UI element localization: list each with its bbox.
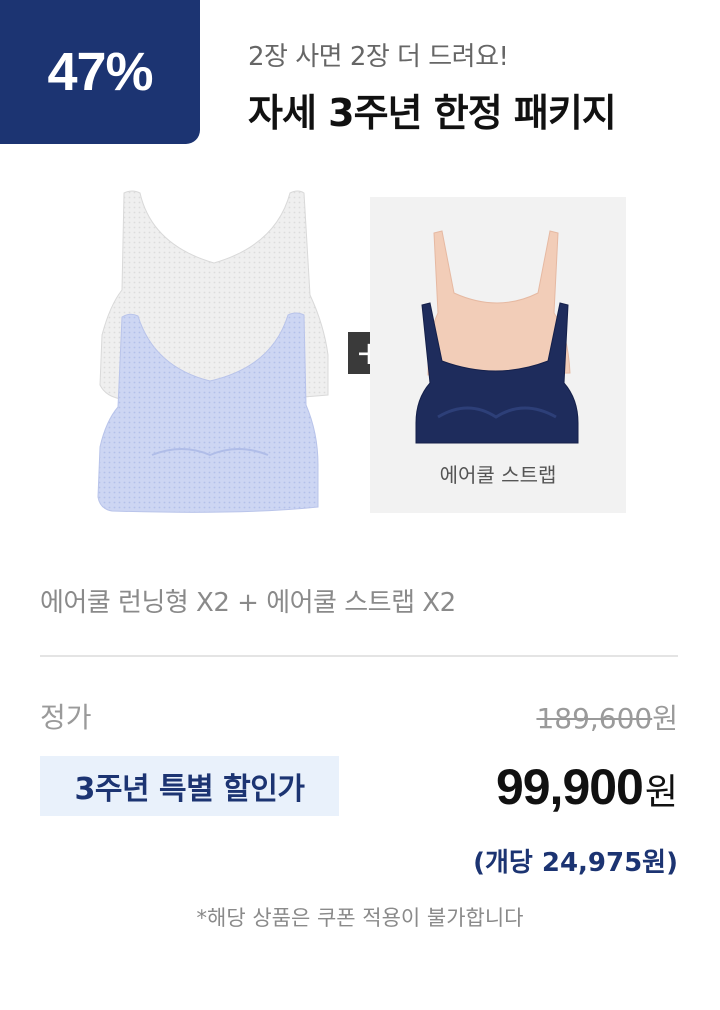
regular-price-unit: 원 [652,702,678,735]
sale-price-label: 3주년 특별 할인가 [40,756,339,816]
promo-subtitle: 2장 사면 2장 더 드려요! [248,42,509,72]
sale-price-value: 99,900 [495,759,644,815]
strap-bra-panel: 에어쿨 스트랩 [370,197,626,513]
running-bra-image [92,185,342,520]
package-composition: 에어쿨 런닝형 X2 + 에어쿨 스트랩 X2 [40,588,456,618]
regular-price-label: 정가 [40,701,92,734]
strap-bra-image [415,230,579,444]
discount-value: 47% [47,42,153,102]
page-title: 자세 3주년 한정 패키지 [248,91,617,135]
strap-caption: 에어쿨 스트랩 [439,463,557,487]
sale-price-unit: 원 [644,772,678,813]
per-unit-price: (개당 24,975원) [473,848,678,878]
sale-price: 99,900 원 [496,758,678,816]
regular-price: 189,600원 [536,697,678,737]
discount-badge: 47% [0,0,200,144]
coupon-notice: *해당 상품은 쿠폰 적용이 불가합니다 [196,906,524,930]
regular-price-value: 189,600 [536,702,653,735]
divider [40,655,678,657]
